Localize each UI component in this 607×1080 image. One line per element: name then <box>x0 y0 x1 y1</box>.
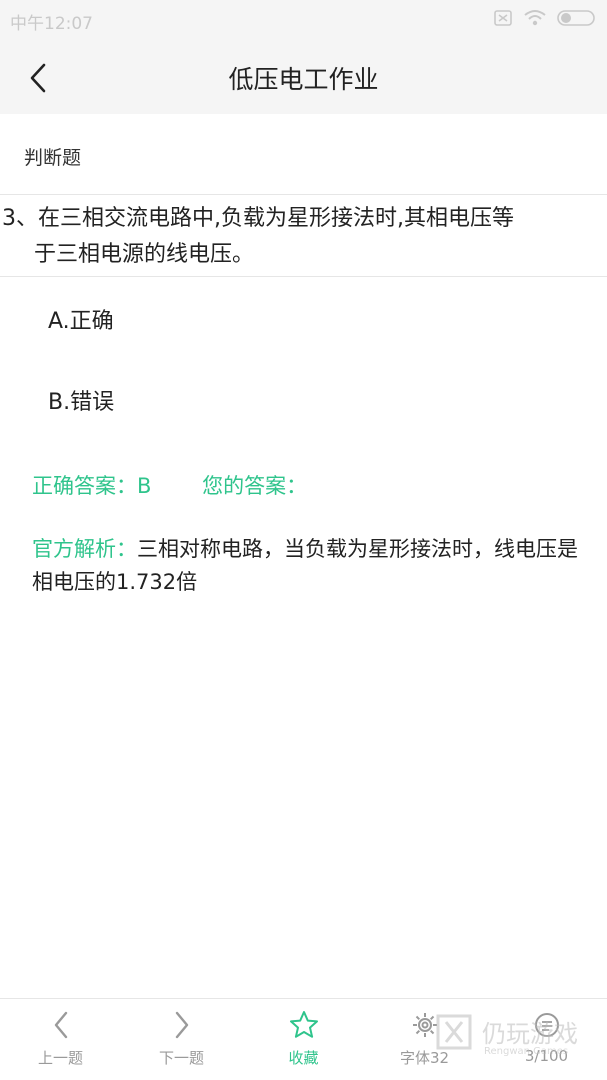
prev-question-button[interactable]: 上一题 <box>0 1009 121 1077</box>
official-analysis: 官方解析：三相对称电路，当负载为星形接法时，线电压是相电压的1.732倍 <box>32 533 594 599</box>
favorite-button[interactable]: 收藏 <box>243 1009 364 1077</box>
correct-answer: 正确答案：B <box>32 474 152 498</box>
battery-toggle-icon <box>557 10 595 26</box>
answer-row: 正确答案：B 您的答案： <box>32 470 307 500</box>
sim-off-icon <box>494 10 512 26</box>
next-question-label: 下一题 <box>158 1049 204 1067</box>
analysis-label: 官方解析： <box>32 537 137 561</box>
star-icon <box>289 1011 318 1038</box>
app-header: 低压电工作业 <box>0 40 607 114</box>
status-bar: 中午12:07 <box>0 0 607 40</box>
your-answer: 您的答案： <box>202 474 308 498</box>
wifi-icon <box>524 10 546 26</box>
chevron-left-icon <box>54 1011 67 1039</box>
font-size-button[interactable]: 字体32 <box>364 1009 485 1077</box>
divider <box>0 276 607 277</box>
progress-button[interactable]: 3/100 <box>486 1009 607 1077</box>
prev-question-label: 上一题 <box>37 1049 83 1067</box>
question-text: 3、在三相交流电路中,负载为星形接法时,其相电压等 于三相电源的线电压。 <box>0 201 590 273</box>
option-a[interactable]: A.正确 <box>48 303 114 335</box>
divider <box>0 194 607 195</box>
status-time: 中午12:07 <box>10 14 93 34</box>
question-line-1: 3、在三相交流电路中,负载为星形接法时,其相电压等 <box>2 206 514 231</box>
page: 中午12:07 低压电工作业 判断题 3、在三相交流电路中,负载为星形接法时,其… <box>0 0 607 1080</box>
page-title: 低压电工作业 <box>228 65 379 94</box>
question-line-2: 于三相电源的线电压。 <box>34 242 255 267</box>
status-icons <box>493 9 595 27</box>
chevron-right-icon <box>175 1011 188 1039</box>
next-question-button[interactable]: 下一题 <box>121 1009 242 1077</box>
question-card-icon <box>534 1013 559 1037</box>
option-b[interactable]: B.错误 <box>48 384 114 416</box>
font-size-label: 字体32 <box>399 1049 450 1067</box>
progress-label: 3/100 <box>524 1047 569 1065</box>
bottom-toolbar: 上一题 下一题 收藏 字体32 3/100 <box>0 998 607 1080</box>
gear-icon <box>412 1013 437 1037</box>
question-type: 判断题 <box>24 147 82 169</box>
favorite-label: 收藏 <box>288 1049 319 1067</box>
